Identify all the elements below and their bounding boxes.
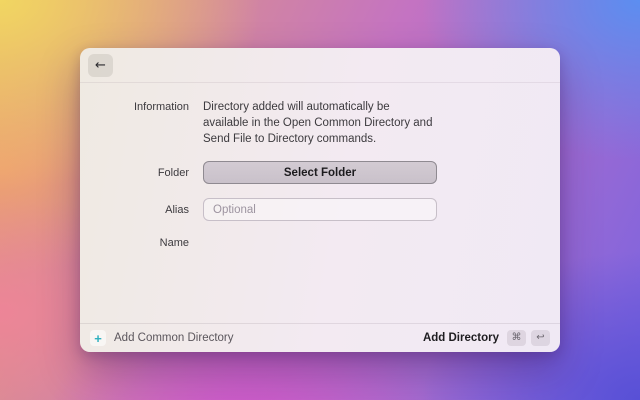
alias-input[interactable] <box>203 198 437 221</box>
name-label: Name <box>159 237 189 249</box>
name-row: Name <box>80 235 560 249</box>
plus-icon: + <box>90 330 106 346</box>
folder-label: Folder <box>157 166 189 179</box>
dialog-footer: + Add Common Directory Add Directory ⌘ ↩ <box>80 323 560 352</box>
desktop-background: { "colors": { "accent_teal": "#2fb0bf", … <box>0 0 640 400</box>
add-directory-dialog: ← Information Directory added will autom… <box>80 48 560 352</box>
return-key-icon: ↩ <box>531 330 550 346</box>
name-value <box>203 235 437 249</box>
dialog-titlebar: ← <box>80 48 560 83</box>
back-button[interactable]: ← <box>88 53 113 77</box>
add-common-directory-label: Add Common Directory <box>114 332 234 344</box>
select-folder-button[interactable]: Select Folder <box>203 161 437 184</box>
information-text: Directory added will automatically be av… <box>203 101 433 145</box>
command-key-icon: ⌘ <box>507 330 526 346</box>
folder-row: Folder Select Folder <box>80 161 560 184</box>
add-directory-label: Add Directory <box>422 332 499 344</box>
information-row: Information Directory added will automat… <box>80 99 560 147</box>
information-label: Information <box>133 101 189 113</box>
add-directory-button[interactable]: Add Directory ⌘ ↩ <box>423 330 550 346</box>
alias-row: Alias <box>80 198 560 221</box>
add-common-directory-button[interactable]: + Add Common Directory <box>90 330 234 346</box>
alias-label: Alias <box>165 203 189 216</box>
dialog-content: Information Directory added will automat… <box>80 83 560 323</box>
